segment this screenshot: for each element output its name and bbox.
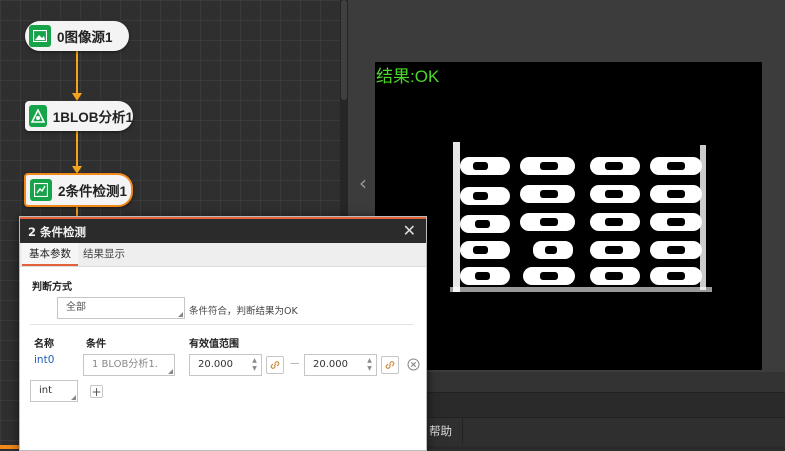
dialog-tabs: 基本参数 结果显示 [20,243,426,267]
link-max-button[interactable] [381,356,399,374]
flow-node-condition-check[interactable]: 2条件检测1 [24,173,133,207]
spin-arrows-icon[interactable]: ▲ ▼ [251,357,258,373]
node-label: 2条件检测1 [58,184,128,199]
link-icon [270,361,280,369]
condition-input[interactable]: 1 BLOB分析1. [83,354,175,376]
scrollbar-thumb[interactable] [341,0,347,100]
divider [30,324,414,325]
tab-result-display[interactable]: 结果显示 [76,243,132,266]
spin-arrows-icon[interactable]: ▲ ▼ [366,357,373,373]
image-icon [29,25,51,47]
flow-node-image-source[interactable]: 0图像源1 [25,21,129,51]
min-value: 20.000 [198,359,233,370]
flow-node-blob-analysis[interactable]: 1BLOB分析1 [25,101,133,131]
connector-1-2 [76,131,78,167]
blob-icon [29,105,47,127]
close-icon[interactable]: ✕ [403,222,416,240]
dialog-title: 2 条件检测 [28,225,87,239]
column-header-range: 有效值范围 [189,339,239,350]
judge-mode-label: 判断方式 [32,282,72,293]
row-name: int0 [34,354,55,366]
judge-hint: 条件符合，判断结果为OK [189,306,298,317]
column-header-condition: 条件 [86,339,106,350]
dialog-title-bar[interactable]: 2 条件检测 ✕ [20,217,426,243]
max-value: 20.000 [313,359,348,370]
blob-result-image [450,142,712,292]
resize-grip-icon [178,312,183,317]
connector-0-1 [76,51,78,94]
tab-basic-params[interactable]: 基本参数 [22,243,78,266]
arrowhead [72,93,82,101]
type-value: int [39,385,53,396]
add-row-button[interactable]: + [90,385,103,398]
condition-check-dialog: 2 条件检测 ✕ 基本参数 结果显示 判断方式 全部 条件符合，判断结果为OK … [19,216,427,451]
connector-2-out [76,206,78,216]
chevron-left-icon[interactable]: ‹ [356,170,370,196]
judge-mode-select[interactable]: 全部 [57,297,185,319]
type-select[interactable]: int [30,380,78,402]
max-value-spinbox[interactable]: 20.000 ▲ ▼ [304,354,377,376]
node-label: 0图像源1 [57,30,113,45]
min-value-spinbox[interactable]: 20.000 ▲ ▼ [189,354,262,376]
condition-icon [30,179,52,201]
plus-icon: + [91,384,102,399]
resize-grip-icon [71,395,76,400]
remove-row-icon[interactable] [407,358,420,371]
link-min-button[interactable] [266,356,284,374]
condition-value: 1 BLOB分析1. [92,359,158,370]
link-icon [385,361,395,369]
range-dash: — [290,358,300,369]
result-status-text: 结果:OK [376,67,440,86]
column-header-name: 名称 [34,339,54,350]
resize-grip-icon [168,369,173,374]
judge-mode-value: 全部 [66,302,86,313]
node-label: 1BLOB分析1 [52,110,133,125]
